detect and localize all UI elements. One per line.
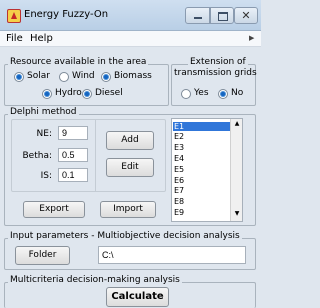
scroll-up-icon[interactable]: ▲	[231, 120, 242, 127]
radio-wind-label: Wind	[72, 71, 95, 81]
menu-help[interactable]: Help	[30, 33, 53, 44]
is-input[interactable]	[58, 168, 88, 182]
scroll-down-icon[interactable]: ▼	[231, 210, 242, 217]
list-item[interactable]: E9	[173, 208, 230, 217]
radio-solar[interactable]	[14, 72, 24, 82]
list-item[interactable]: E6	[173, 176, 230, 185]
radio-biomass-label: Biomass	[114, 71, 152, 81]
minimize-button[interactable]	[185, 7, 210, 24]
add-button[interactable]: Add	[106, 131, 154, 150]
radio-no[interactable]	[218, 89, 228, 99]
title-bar[interactable]: Energy Fuzzy-On ✕	[0, 0, 261, 31]
ne-input[interactable]	[58, 126, 88, 140]
input-params-title: Input parameters - Multiobjective decisi…	[8, 231, 242, 241]
maximize-button[interactable]	[210, 7, 234, 24]
radio-yes[interactable]	[181, 89, 191, 99]
radio-hydro[interactable]	[42, 89, 52, 99]
list-item[interactable]: E3	[173, 143, 230, 152]
menu-file[interactable]: File	[6, 33, 23, 44]
betha-label: Betha:	[22, 151, 53, 161]
import-button[interactable]: Import	[100, 201, 156, 218]
expert-list[interactable]: E1 E2 E3 E4 E5 E6 E7 E8 E9 ▲ ▼	[171, 118, 243, 222]
edit-button[interactable]: Edit	[106, 158, 154, 177]
list-item[interactable]: E5	[173, 165, 230, 174]
resource-group-title: Resource available in the area	[8, 57, 149, 67]
delphi-divider	[95, 119, 96, 192]
radio-diesel-label: Diesel	[95, 88, 123, 98]
radio-solar-label: Solar	[27, 71, 50, 81]
radio-diesel[interactable]	[82, 89, 92, 99]
radio-wind[interactable]	[59, 72, 69, 82]
menu-bar: File Help ▶	[0, 31, 261, 47]
list-item[interactable]: E1	[173, 122, 230, 131]
ne-label: NE:	[36, 129, 52, 139]
list-item[interactable]: E4	[173, 154, 230, 163]
list-item[interactable]: E8	[173, 197, 230, 206]
menu-overflow-icon[interactable]: ▶	[249, 34, 254, 42]
radio-hydro-label: Hydro	[55, 88, 82, 98]
app-icon	[7, 9, 21, 23]
radio-biomass[interactable]	[101, 72, 111, 82]
is-label: IS:	[40, 171, 52, 181]
export-button[interactable]: Export	[23, 201, 85, 218]
list-scrollbar[interactable]: ▲ ▼	[230, 119, 242, 221]
list-item[interactable]: E2	[173, 132, 230, 141]
list-item[interactable]: E7	[173, 186, 230, 195]
radio-no-label: No	[231, 88, 244, 98]
radio-yes-label: Yes	[194, 88, 209, 98]
close-button[interactable]: ✕	[234, 7, 258, 24]
extension-title-line2: transmission grids	[174, 68, 257, 78]
betha-input[interactable]	[58, 148, 88, 162]
extension-title-line1: Extension of	[188, 57, 248, 67]
close-icon: ✕	[241, 9, 251, 22]
calculate-button[interactable]: Calculate	[106, 287, 169, 307]
folder-button[interactable]: Folder	[15, 246, 70, 265]
window-title: Energy Fuzzy-On	[24, 9, 109, 20]
path-input[interactable]	[98, 246, 246, 264]
delphi-group-title: Delphi method	[8, 107, 79, 117]
mcda-title: Multicriteria decision-making analysis	[8, 275, 182, 285]
